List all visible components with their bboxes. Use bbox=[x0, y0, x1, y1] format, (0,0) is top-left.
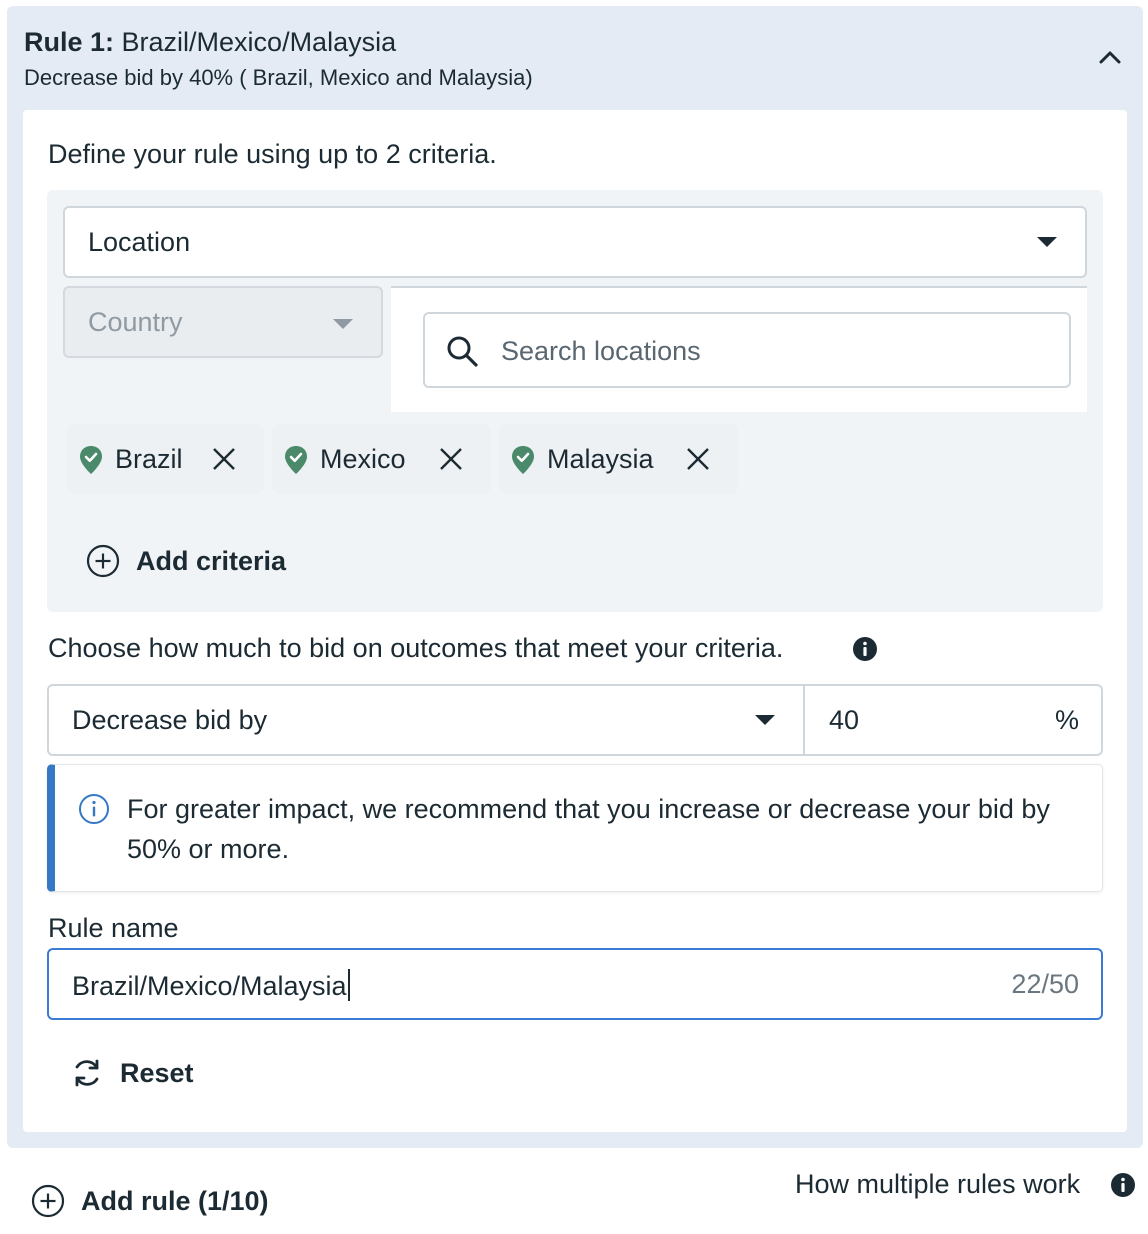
bid-prompt: Choose how much to bid on outcomes that … bbox=[48, 633, 784, 663]
plus-circle-icon bbox=[31, 1184, 65, 1218]
rule-name-field[interactable]: Brazil/Mexico/Malaysia 22/50 bbox=[47, 948, 1103, 1020]
plus-circle-icon bbox=[86, 544, 120, 578]
search-input[interactable] bbox=[501, 332, 1041, 370]
rule-title[interactable]: Rule 1: Brazil/Mexico/Malaysia bbox=[24, 27, 396, 58]
add-rule-button[interactable]: Add rule (1/10) bbox=[31, 1183, 269, 1219]
location-pin-icon bbox=[285, 446, 307, 474]
location-chip-label: Mexico bbox=[320, 444, 406, 474]
rule-number: Rule 1 bbox=[24, 27, 106, 57]
add-criteria-label: Add criteria bbox=[136, 545, 287, 576]
recommendation-notice: For greater impact, we recommend that yo… bbox=[47, 764, 1103, 892]
refresh-icon bbox=[75, 1059, 99, 1087]
notice-message: For greater impact, we recommend that yo… bbox=[127, 794, 1050, 864]
reset-button[interactable]: Reset bbox=[70, 1055, 194, 1091]
info-icon[interactable] bbox=[1110, 1172, 1136, 1198]
remove-icon[interactable] bbox=[212, 447, 236, 471]
caret-down-icon bbox=[333, 319, 353, 329]
remove-icon[interactable] bbox=[439, 447, 463, 471]
bid-percent-input[interactable]: 40 % bbox=[807, 686, 1101, 754]
percent-unit: % bbox=[1054, 705, 1079, 735]
rule-subtitle: Decrease bid by 40% ( Brazil, Mexico and… bbox=[24, 65, 533, 90]
location-chip-label: Brazil bbox=[115, 444, 183, 474]
criteria-intro: Define your rule using up to 2 criteria. bbox=[48, 139, 497, 169]
add-rule-label: Add rule (1/10) bbox=[81, 1185, 269, 1216]
remove-icon[interactable] bbox=[686, 447, 710, 471]
location-chip: Brazil bbox=[67, 424, 264, 494]
how-multiple-rules-link[interactable]: How multiple rules work bbox=[795, 1169, 1080, 1200]
criteria-type-select[interactable]: Location bbox=[63, 206, 1087, 278]
criteria-type-value: Location bbox=[88, 226, 191, 257]
text-cursor bbox=[347, 969, 350, 1001]
caret-down-icon bbox=[1037, 237, 1057, 247]
add-criteria-button[interactable]: Add criteria bbox=[86, 543, 286, 579]
reset-label: Reset bbox=[120, 1057, 194, 1088]
bid-percent-value: 40 bbox=[829, 705, 860, 735]
character-counter: 22/50 bbox=[1011, 969, 1079, 999]
chevron-up-icon[interactable] bbox=[1096, 46, 1124, 68]
location-chip-label: Malaysia bbox=[547, 444, 654, 474]
rule-title-name: Brazil/Mexico/Malaysia bbox=[114, 27, 397, 57]
location-pin-icon bbox=[512, 446, 534, 474]
rule-title-separator: : bbox=[105, 27, 115, 57]
location-chip: Malaysia bbox=[499, 424, 738, 494]
info-outline-icon bbox=[79, 794, 109, 824]
location-pin-icon bbox=[80, 446, 102, 474]
location-chip: Mexico bbox=[272, 424, 491, 494]
location-level-value: Country bbox=[88, 306, 183, 337]
search-locations-field[interactable] bbox=[423, 312, 1071, 388]
location-level-select: Country bbox=[63, 286, 383, 358]
caret-down-icon bbox=[755, 715, 775, 725]
search-icon bbox=[447, 336, 478, 367]
rule-name-value: Brazil/Mexico/Malaysia bbox=[72, 971, 347, 1001]
rule-name-label: Rule name bbox=[48, 913, 179, 943]
info-icon[interactable] bbox=[852, 636, 878, 662]
bid-adjust-value: Decrease bid by bbox=[72, 705, 268, 735]
bid-adjustment-row: Decrease bid by 40 % bbox=[47, 684, 1103, 756]
bid-adjust-select[interactable]: Decrease bid by bbox=[49, 686, 805, 754]
